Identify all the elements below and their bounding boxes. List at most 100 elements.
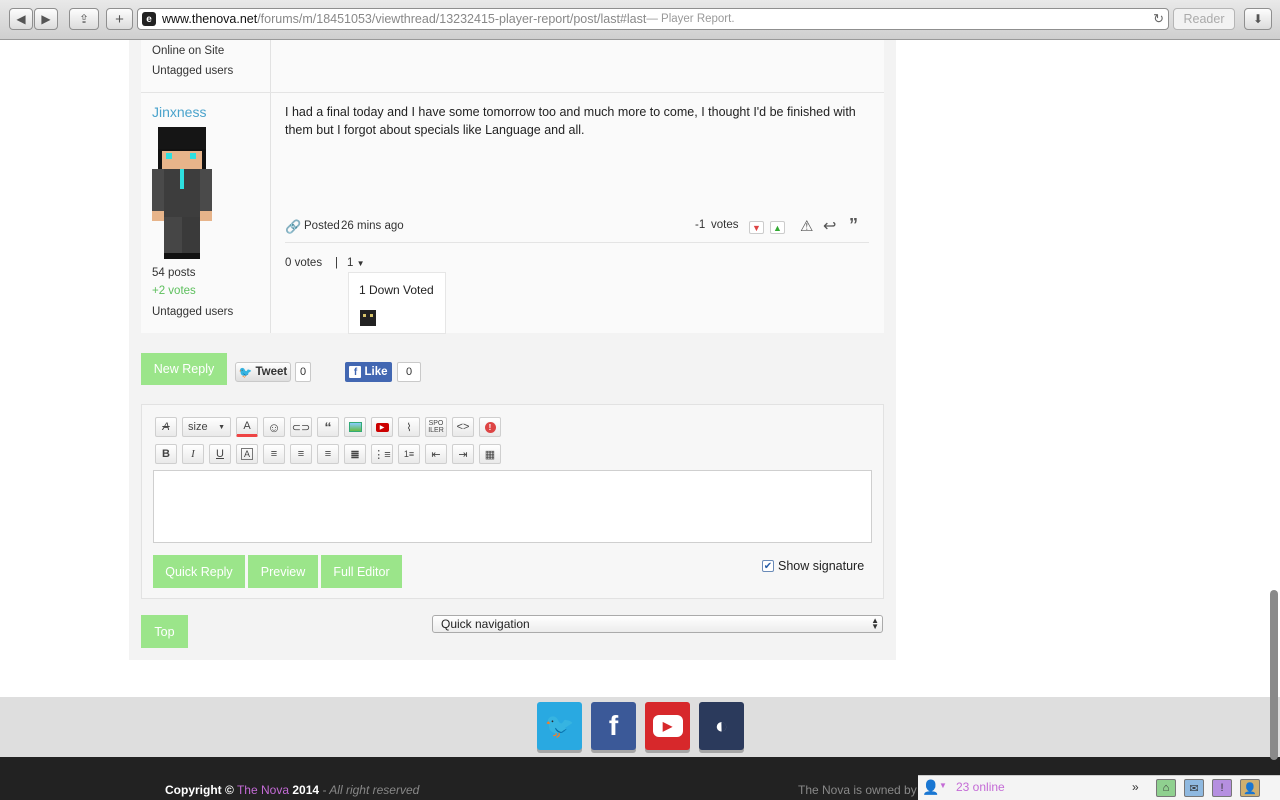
new-reply-button[interactable]: New Reply	[141, 353, 227, 385]
quote-icon[interactable]: “	[317, 417, 339, 437]
outdent-icon[interactable]: ⇤	[425, 444, 447, 464]
show-signature-label: Show signature	[778, 559, 865, 573]
show-signature-checkbox[interactable]: ✔	[762, 560, 774, 572]
avatar[interactable]	[150, 125, 214, 261]
show-signature-option[interactable]: ✔ Show signature	[762, 559, 864, 573]
italic-icon[interactable]: I	[182, 444, 204, 464]
twitter-icon: 🐦	[238, 366, 253, 379]
twitter-icon[interactable]: 🐦	[537, 702, 582, 750]
indent-icon[interactable]: ⇥	[452, 444, 474, 464]
alert-icon[interactable]: !	[479, 417, 501, 437]
vote-dropdown[interactable]: 1 ▼	[347, 257, 365, 269]
sub-votes: 0 votes	[285, 257, 323, 269]
share-button[interactable]: ⇪	[69, 8, 99, 30]
font-color-icon[interactable]: A	[236, 417, 258, 437]
copyright-rights: - All right reserved	[322, 783, 420, 797]
bold-icon[interactable]: B	[155, 444, 177, 464]
post-count: 54 posts	[152, 267, 196, 279]
home-icon[interactable]: ⌂	[1156, 779, 1176, 797]
mail-icon[interactable]: ✉	[1184, 779, 1204, 797]
tweet-label: Tweet	[255, 366, 288, 378]
post-body: I had a final today and I have some tomo…	[285, 105, 856, 137]
facebook-like-button[interactable]: f Like	[345, 362, 392, 382]
bullet-list-icon[interactable]: ⋮≡	[371, 444, 393, 464]
back-button[interactable]: ◀	[9, 8, 33, 30]
url-domain: www.thenova.net	[162, 12, 258, 26]
url-path: /forums/m/18451053/viewthread/13232415-p…	[257, 12, 647, 26]
chevron-down-icon[interactable]: ▼	[939, 781, 947, 790]
top-button[interactable]: Top	[141, 615, 188, 648]
thumbs-down-icon[interactable]: ▼	[749, 221, 764, 234]
code-icon[interactable]: <>	[452, 417, 474, 437]
vote-dropdown-panel: 1 Down Voted	[348, 272, 446, 334]
scrollbar[interactable]	[1270, 590, 1278, 760]
tweet-button[interactable]: 🐦 Tweet	[235, 362, 291, 382]
report-icon[interactable]: ⚠	[800, 217, 813, 235]
user-icon[interactable]: 👤	[922, 779, 939, 796]
align-right-icon[interactable]: ≡	[317, 444, 339, 464]
like-label: Like	[364, 366, 388, 378]
thumbs-up-icon[interactable]: ▲	[770, 221, 785, 234]
copyright: Copyright © The Nova 2014 - All right re…	[165, 783, 419, 797]
teamspeak-icon[interactable]: ◐	[699, 702, 744, 750]
post-divider	[141, 92, 884, 93]
facebook-icon[interactable]: f	[591, 702, 636, 750]
site-favicon-icon: e	[142, 12, 156, 26]
post-meta-divider	[285, 242, 869, 243]
select-arrows-icon: ▲ ▼	[871, 616, 879, 631]
post-timestamp: 26 mins ago	[341, 220, 404, 232]
tweet-count: 0	[295, 362, 311, 382]
permalink-icon[interactable]: 🔗	[285, 219, 301, 235]
youtube-icon[interactable]: ▶	[371, 417, 393, 437]
post-score: -1	[695, 219, 706, 231]
underline-icon[interactable]: U	[209, 444, 231, 464]
table-icon[interactable]: ▦	[479, 444, 501, 464]
justify-icon[interactable]: ≣	[344, 444, 366, 464]
profile-icon[interactable]: 👤	[1240, 779, 1260, 797]
new-tab-button[interactable]: +	[106, 8, 133, 30]
emoticon-icon[interactable]: ☺	[263, 417, 285, 437]
numbered-list-icon[interactable]: 1≡	[398, 444, 420, 464]
youtube-icon[interactable]: ▶	[645, 702, 690, 750]
expand-icon[interactable]: »	[1132, 780, 1139, 794]
reader-button[interactable]: Reader	[1173, 8, 1235, 30]
address-bar[interactable]: e www.thenova.net /forums/m/18451053/vie…	[137, 8, 1169, 30]
font-size-select[interactable]: size ▼	[182, 417, 231, 437]
forward-button[interactable]: ▶	[34, 8, 58, 30]
brand-link[interactable]: The Nova	[237, 783, 289, 797]
quick-reply-button[interactable]: Quick Reply	[153, 555, 245, 588]
spoiler-icon[interactable]: SPO ILER	[425, 417, 447, 437]
user-tag: Untagged users	[152, 65, 234, 77]
full-editor-button[interactable]: Full Editor	[321, 555, 402, 588]
image-icon[interactable]	[344, 417, 366, 437]
online-status: Online on Site	[152, 45, 225, 57]
remove-format-icon[interactable]: A	[155, 417, 177, 437]
reload-icon[interactable]: ↻	[1153, 11, 1164, 27]
background-color-icon[interactable]: A	[236, 444, 258, 464]
vote-dropdown-value: 1	[347, 257, 354, 269]
downloads-button[interactable]: ⬇	[1244, 8, 1272, 30]
sub-separator: |	[335, 257, 338, 269]
font-size-label: size	[188, 421, 208, 433]
page-title: — Player Report.	[646, 13, 735, 25]
quick-navigation-select[interactable]: Quick navigation ▲ ▼	[432, 615, 883, 633]
align-center-icon[interactable]: ≡	[290, 444, 312, 464]
attachment-icon[interactable]: ⌇	[398, 417, 420, 437]
quote-icon[interactable]: ”	[849, 215, 858, 236]
copyright-year: 2014	[292, 783, 320, 797]
notifications-icon[interactable]: !	[1212, 779, 1232, 797]
post-author[interactable]: Jinxness	[152, 104, 206, 120]
chevron-down-icon: ▼	[356, 259, 365, 268]
reply-textarea[interactable]	[153, 470, 872, 543]
post-votes-label: votes	[711, 219, 739, 231]
align-left-icon[interactable]: ≡	[263, 444, 285, 464]
user-tag: Untagged users	[152, 306, 234, 318]
chevron-down-icon: ▼	[218, 423, 225, 431]
voter-avatar[interactable]	[360, 310, 376, 326]
online-count[interactable]: 23 online	[956, 780, 1005, 794]
preview-button[interactable]: Preview	[248, 555, 318, 588]
social-bar	[0, 697, 1280, 757]
link-icon[interactable]: ⊂⊃	[290, 417, 312, 437]
copyright-prefix: Copyright ©	[165, 783, 234, 797]
reply-icon[interactable]: ↩	[823, 216, 836, 236]
